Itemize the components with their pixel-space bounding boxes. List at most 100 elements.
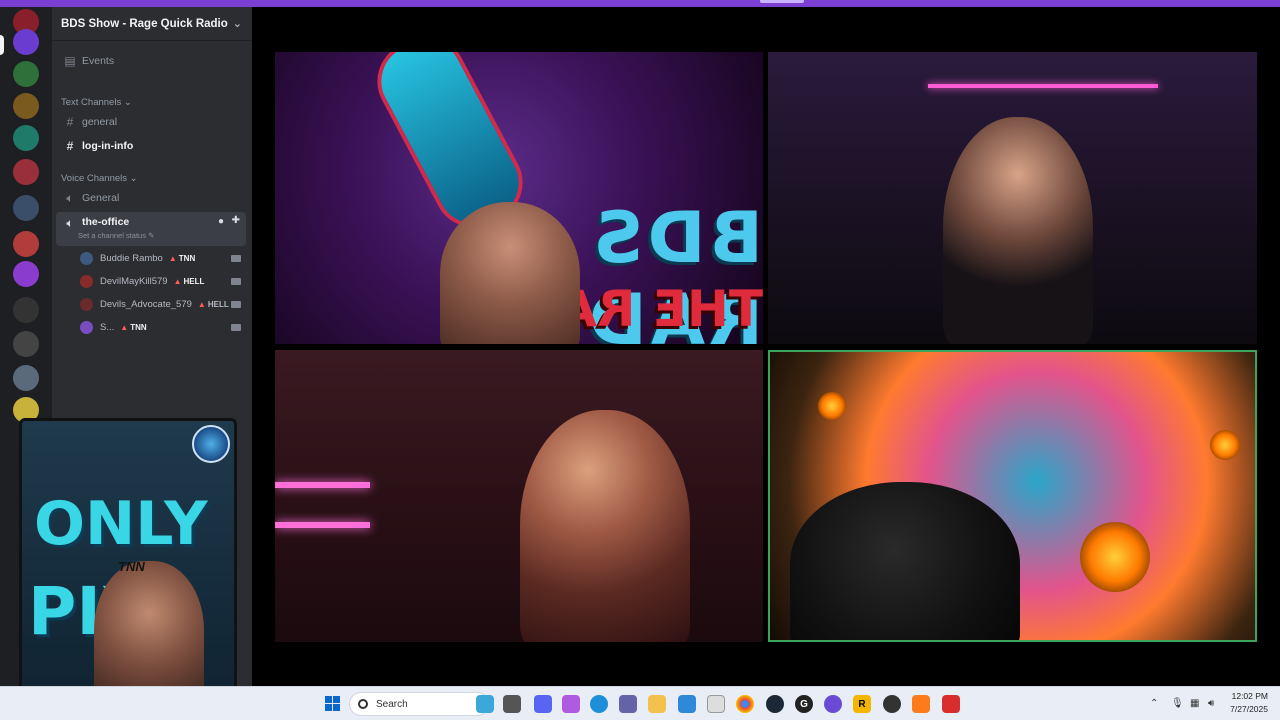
user-tag: ▲ TNN bbox=[120, 322, 147, 332]
window-top-accent-bar bbox=[0, 0, 1280, 7]
guild-header[interactable]: BDS Show - Rage Quick Radio ⌄ bbox=[52, 7, 252, 41]
clock-date: 7/27/2025 bbox=[1230, 704, 1268, 714]
voice-user-name: S... bbox=[100, 321, 115, 333]
server-icon[interactable] bbox=[13, 61, 39, 87]
store-icon[interactable] bbox=[678, 695, 696, 713]
video-tile[interactable] bbox=[275, 350, 763, 642]
widgets-icon[interactable] bbox=[476, 695, 494, 713]
art-eye bbox=[1210, 430, 1240, 460]
app-red-icon[interactable] bbox=[942, 695, 960, 713]
speaker-icon: 🔈︎ bbox=[66, 216, 74, 230]
volume-icon[interactable]: 🔊︎ bbox=[1208, 698, 1214, 709]
events-item[interactable]: ▤ Events bbox=[56, 51, 246, 71]
server-icon[interactable] bbox=[13, 93, 39, 119]
user-tag: ▲ HELL bbox=[173, 276, 205, 286]
channel-general[interactable]: # general bbox=[56, 112, 246, 132]
speaker-icon: 🔈︎ bbox=[66, 190, 74, 205]
participant-video bbox=[943, 117, 1093, 344]
voice-channels-category[interactable]: Voice Channels ⌄ bbox=[61, 173, 138, 184]
chrome-icon[interactable] bbox=[736, 695, 754, 713]
teams-icon[interactable] bbox=[619, 695, 637, 713]
steam-icon[interactable] bbox=[766, 695, 784, 713]
pencil-icon: ✎ bbox=[148, 231, 155, 240]
server-icon[interactable] bbox=[13, 195, 39, 221]
server-icon[interactable] bbox=[13, 297, 39, 323]
voice-user-name: DevilMayKill579 bbox=[100, 275, 168, 287]
camera-icon bbox=[231, 277, 241, 285]
flame-icon: ▲ bbox=[197, 299, 206, 309]
neon-light bbox=[275, 482, 370, 488]
camera-icon bbox=[231, 323, 241, 331]
chat-icon[interactable]: ● bbox=[218, 216, 224, 227]
hash-icon: # bbox=[66, 115, 74, 129]
app-orange-icon[interactable] bbox=[912, 695, 930, 713]
windows-start-icon[interactable] bbox=[324, 695, 342, 713]
channel-log-in-info[interactable]: # log-in-info bbox=[56, 136, 246, 156]
app-g-icon[interactable]: G bbox=[795, 695, 813, 713]
video-tile[interactable] bbox=[768, 52, 1257, 344]
obs-icon[interactable] bbox=[824, 695, 842, 713]
text-channels-category[interactable]: Text Channels ⌄ bbox=[61, 97, 132, 108]
document-icon[interactable] bbox=[707, 695, 725, 713]
user-tag: ▲ HELL bbox=[197, 299, 229, 309]
avatar bbox=[80, 274, 93, 288]
file-explorer-icon[interactable] bbox=[648, 695, 666, 713]
participant-video bbox=[790, 482, 1020, 640]
voice-channel-general[interactable]: 🔈︎ General bbox=[56, 188, 246, 208]
server-icon[interactable] bbox=[13, 261, 39, 287]
edge-icon[interactable] bbox=[590, 695, 608, 713]
video-tile[interactable]: BDS RADIO THE RAGE SHOW bbox=[275, 52, 763, 344]
server-icon[interactable] bbox=[13, 331, 39, 357]
search-icon bbox=[358, 699, 368, 709]
microphone-icon[interactable]: 🎙︎ bbox=[1171, 698, 1184, 709]
network-icon[interactable]: ▦ bbox=[1190, 698, 1199, 709]
picture-in-picture-video[interactable]: ONLY PIX TNN bbox=[19, 418, 237, 712]
calendar-icon: ▤ bbox=[64, 54, 76, 68]
taskbar: Search G R ⌃ 🎙︎ ▦ 🔊︎ 12:02 PM 7/27/2025 bbox=[0, 686, 1280, 720]
chevron-up-icon[interactable]: ⌃ bbox=[1150, 698, 1158, 709]
camera-icon bbox=[231, 254, 241, 262]
pip-text-tnn: TNN bbox=[118, 559, 145, 574]
server-icon[interactable] bbox=[13, 365, 39, 391]
task-view-icon[interactable] bbox=[503, 695, 521, 713]
chevron-down-icon: ⌄ bbox=[129, 173, 138, 184]
discord-icon[interactable] bbox=[534, 695, 552, 713]
chevron-down-icon: ⌄ bbox=[123, 97, 132, 108]
voice-user[interactable]: S... ▲ TNN bbox=[80, 317, 245, 337]
channel-label: the-office bbox=[82, 216, 130, 228]
channel-label: general bbox=[82, 116, 118, 128]
voice-user[interactable]: Buddie Rambo ▲ TNN bbox=[80, 248, 245, 268]
server-selected-indicator bbox=[0, 35, 4, 55]
voice-user[interactable]: Devils_Advocate_579 ▲ HELL bbox=[80, 294, 245, 314]
server-icon[interactable] bbox=[13, 231, 39, 257]
user-tag: ▲ TNN bbox=[168, 253, 196, 263]
app-dark-icon[interactable] bbox=[883, 695, 901, 713]
copilot-icon[interactable] bbox=[562, 695, 580, 713]
clock-time: 12:02 PM bbox=[1231, 691, 1268, 701]
voice-user[interactable]: DevilMayKill579 ▲ HELL bbox=[80, 271, 245, 291]
server-icon[interactable] bbox=[13, 125, 39, 151]
video-stage: BDS RADIO THE RAGE SHOW bbox=[252, 7, 1280, 686]
art-eye bbox=[1080, 522, 1150, 592]
hash-icon: # bbox=[66, 139, 74, 153]
channel-label: General bbox=[82, 192, 120, 204]
channel-label: log-in-info bbox=[82, 140, 134, 152]
chevron-down-icon[interactable]: ⌄ bbox=[233, 17, 242, 30]
video-tile-speaking[interactable] bbox=[768, 350, 1257, 642]
window-drag-handle[interactable] bbox=[760, 0, 804, 3]
clock[interactable]: 12:02 PM 7/27/2025 bbox=[1230, 690, 1268, 716]
neon-light bbox=[275, 522, 370, 528]
voice-channel-the-office[interactable]: 🔈︎ the-office ● ✚ Set a channel status ✎ bbox=[56, 212, 246, 246]
search-label: Search bbox=[376, 698, 408, 710]
server-icon[interactable] bbox=[13, 29, 39, 55]
server-icon[interactable] bbox=[13, 159, 39, 185]
rockstar-icon[interactable]: R bbox=[853, 695, 871, 713]
voice-user-name: Buddie Rambo bbox=[100, 252, 163, 264]
participant-video bbox=[520, 410, 690, 642]
events-label: Events bbox=[82, 55, 115, 67]
channel-status-hint[interactable]: Set a channel status ✎ bbox=[78, 231, 154, 240]
add-member-icon[interactable]: ✚ bbox=[232, 215, 240, 226]
avatar bbox=[80, 251, 93, 265]
flame-icon: ▲ bbox=[168, 253, 177, 263]
taskbar-search[interactable]: Search bbox=[349, 692, 489, 716]
